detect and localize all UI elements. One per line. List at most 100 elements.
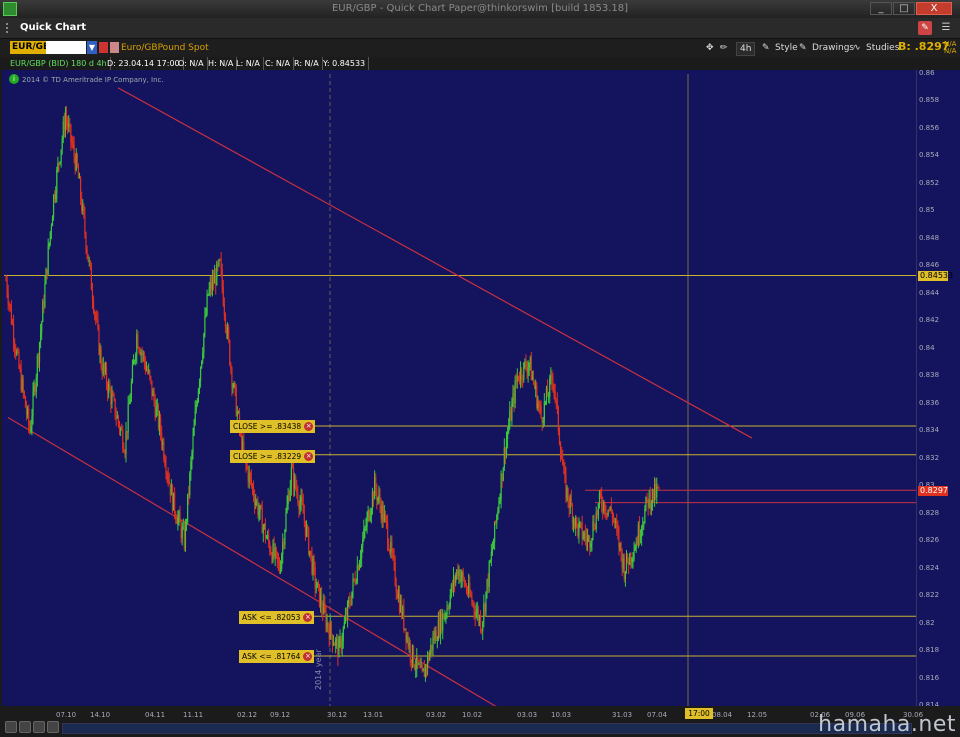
candle-body (564, 466, 566, 476)
candle-body (5, 280, 7, 282)
candle-body (291, 467, 294, 469)
candle-body (287, 495, 289, 505)
price-tick-label: 0.86 (919, 69, 935, 77)
candle-body (412, 645, 415, 666)
candle-body (105, 367, 108, 385)
alert-close-83438[interactable]: CLOSE >= .83438 × (230, 420, 316, 433)
time-scrollbar[interactable] (62, 723, 912, 734)
candle-body (64, 115, 67, 132)
alert-remove-icon[interactable]: × (304, 452, 314, 461)
candle-body (75, 154, 77, 171)
price-tick-label: 0.828 (919, 508, 940, 517)
candle-body (288, 495, 290, 501)
candle-body (361, 545, 363, 559)
candle-body (526, 368, 528, 374)
candle-body (41, 321, 43, 333)
candle-body (169, 483, 171, 496)
candle-body (468, 582, 470, 594)
candle-body (486, 579, 488, 592)
candle-body (430, 644, 432, 653)
alert-ask-81764[interactable]: ASK <= .81764 × (239, 650, 315, 663)
candle-body (476, 609, 478, 613)
alert-remove-icon[interactable]: × (304, 422, 314, 431)
time-tick-label: 09.12 (270, 711, 291, 719)
candle-body (544, 401, 547, 403)
candle-body (626, 553, 629, 563)
candle-body (370, 509, 372, 517)
time-badge: 17:00 (685, 708, 713, 719)
candle-body (156, 405, 158, 407)
candle-body (127, 404, 129, 433)
alert-ask-82053[interactable]: ASK <= .82053 × (239, 611, 315, 624)
price-tick-label: 0.838 (919, 371, 940, 380)
candle-body (279, 568, 282, 572)
candle-body (259, 505, 261, 512)
candle-body (491, 548, 494, 552)
candle-body (478, 616, 481, 622)
candle-body (630, 553, 632, 562)
alert-close-83229[interactable]: CLOSE >= .83229 × (230, 450, 316, 463)
candle-body (132, 361, 135, 366)
candle-body (384, 513, 387, 517)
alert-remove-icon[interactable]: × (303, 613, 313, 622)
candle-body (267, 535, 269, 538)
candle-body (591, 538, 593, 544)
candle-body (431, 644, 433, 651)
candle-body (86, 249, 88, 255)
candle-body (422, 668, 424, 672)
candle-body (168, 480, 170, 484)
candle-body (403, 606, 405, 629)
candle-body (191, 452, 193, 462)
candle-body (123, 448, 125, 453)
candle-body (61, 139, 63, 150)
candle-body (625, 553, 628, 572)
candle-body (12, 323, 15, 343)
candle-body (336, 639, 338, 641)
zoom-fit-icon[interactable] (5, 721, 17, 733)
candle-body (38, 342, 41, 363)
candle-body (376, 490, 378, 501)
candle-body (484, 603, 486, 612)
candle-body (147, 369, 149, 373)
zoom-out-icon[interactable] (33, 721, 45, 733)
candle-body (304, 520, 307, 536)
candle-body (398, 593, 401, 612)
candle-body (184, 522, 187, 549)
candle-body (67, 121, 69, 128)
candle-body (466, 591, 469, 594)
time-tick-label: 04.11 (145, 711, 166, 719)
price-tick-label: 0.85 (919, 206, 935, 215)
candle-body (309, 550, 311, 555)
candle-body (563, 465, 565, 467)
candle-body (604, 502, 606, 514)
candle-body (302, 503, 304, 514)
candle-body (10, 306, 13, 324)
candle-body (497, 511, 499, 516)
candle-body (371, 492, 374, 510)
candle-body (331, 634, 334, 645)
candle-body (634, 548, 636, 551)
candle-body (584, 532, 587, 538)
alert-remove-icon[interactable]: × (303, 652, 313, 661)
price-tick-label: 0.846 (919, 261, 940, 270)
candle-body (354, 579, 356, 584)
candle-body (234, 383, 236, 389)
candle-body (534, 382, 536, 389)
scroll-left-icon[interactable] (47, 721, 59, 733)
candle-body (35, 377, 37, 392)
zoom-in-icon[interactable] (19, 721, 31, 733)
candle-body (525, 361, 527, 369)
candle-body (228, 327, 230, 341)
candle-body (315, 587, 317, 589)
candle-body (90, 266, 92, 290)
price-tick-label: 0.844 (919, 288, 940, 297)
candle-body (197, 389, 200, 402)
candle-body (37, 356, 40, 363)
candle-body (443, 613, 445, 620)
candle-body (548, 396, 550, 398)
candle-body (501, 473, 503, 481)
candle-body (543, 401, 545, 421)
candle-body (489, 560, 491, 562)
candle-body (135, 354, 137, 361)
candle-body (472, 602, 474, 604)
